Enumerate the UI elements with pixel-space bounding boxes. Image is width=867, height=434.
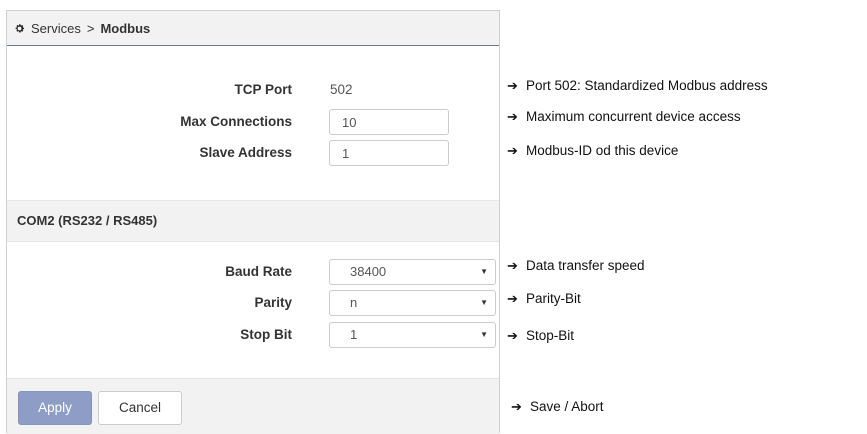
form-footer: Apply Cancel xyxy=(7,378,499,434)
stop-bit-label: Stop Bit xyxy=(240,327,292,342)
parity-label: Parity xyxy=(254,295,292,310)
slave-address-label: Slave Address xyxy=(199,145,292,160)
chevron-down-icon: ▼ xyxy=(480,267,488,276)
arrow-right-icon: ➔ xyxy=(507,328,518,343)
tcp-port-label: TCP Port xyxy=(234,82,292,97)
arrow-right-icon: ➔ xyxy=(507,78,518,93)
arrow-right-icon: ➔ xyxy=(507,291,518,306)
arrow-right-icon: ➔ xyxy=(507,258,518,273)
annotation-tcp-port: ➔ Port 502: Standardized Modbus address xyxy=(507,77,768,95)
stop-bit-row: Stop Bit 1 ▼ xyxy=(7,322,499,348)
annotation-tcp-port-text: Port 502: Standardized Modbus address xyxy=(526,78,768,93)
breadcrumb-current: Modbus xyxy=(100,20,151,36)
arrow-right-icon: ➔ xyxy=(507,143,518,158)
baud-rate-label: Baud Rate xyxy=(225,264,292,279)
baud-rate-select[interactable]: 38400 ▼ xyxy=(329,259,496,285)
annotation-slave-address: ➔ Modbus-ID od this device xyxy=(507,142,678,160)
apply-button[interactable]: Apply xyxy=(18,391,92,425)
annotation-buttons: ➔ Save / Abort xyxy=(511,398,604,416)
com2-section-title: COM2 (RS232 / RS485) xyxy=(7,200,499,242)
parity-row: Parity n ▼ xyxy=(7,290,499,316)
chevron-down-icon: ▼ xyxy=(480,330,488,339)
cancel-button[interactable]: Cancel xyxy=(98,391,182,425)
tcp-port-row: TCP Port 502 xyxy=(7,77,499,103)
annotation-slave-address-text: Modbus-ID od this device xyxy=(526,143,679,158)
annotation-stop-bit-text: Stop-Bit xyxy=(526,328,575,343)
breadcrumb: Services > Modbus xyxy=(7,11,499,46)
max-connections-input[interactable] xyxy=(329,109,449,135)
gear-icon xyxy=(14,23,25,34)
breadcrumb-separator: > xyxy=(86,20,95,36)
arrow-right-icon: ➔ xyxy=(507,109,518,124)
annotation-baud-rate-text: Data transfer speed xyxy=(526,258,645,273)
arrow-right-icon: ➔ xyxy=(511,399,522,414)
annotation-baud-rate: ➔ Data transfer speed xyxy=(507,257,645,275)
stop-bit-value: 1 xyxy=(350,327,358,342)
max-connections-row: Max Connections xyxy=(7,109,499,135)
parity-value: n xyxy=(350,295,358,310)
annotation-parity: ➔ Parity-Bit xyxy=(507,290,581,308)
breadcrumb-services-link[interactable]: Services xyxy=(31,21,81,36)
baud-rate-value: 38400 xyxy=(350,264,387,279)
max-connections-label: Max Connections xyxy=(180,114,292,129)
annotation-parity-text: Parity-Bit xyxy=(526,291,581,306)
slave-address-input[interactable] xyxy=(329,140,449,166)
slave-address-row: Slave Address xyxy=(7,140,499,166)
tcp-port-value: 502 xyxy=(330,82,353,97)
stop-bit-select[interactable]: 1 ▼ xyxy=(329,322,496,348)
chevron-down-icon: ▼ xyxy=(480,298,488,307)
baud-rate-row: Baud Rate 38400 ▼ xyxy=(7,259,499,285)
annotation-max-connections-text: Maximum concurrent device access xyxy=(526,109,741,124)
annotation-buttons-text: Save / Abort xyxy=(530,399,604,414)
annotation-stop-bit: ➔ Stop-Bit xyxy=(507,327,574,345)
annotation-max-connections: ➔ Maximum concurrent device access xyxy=(507,108,741,126)
parity-select[interactable]: n ▼ xyxy=(329,290,496,316)
modbus-settings-panel: Services > Modbus TCP Port 502 Max Conne… xyxy=(6,10,500,434)
